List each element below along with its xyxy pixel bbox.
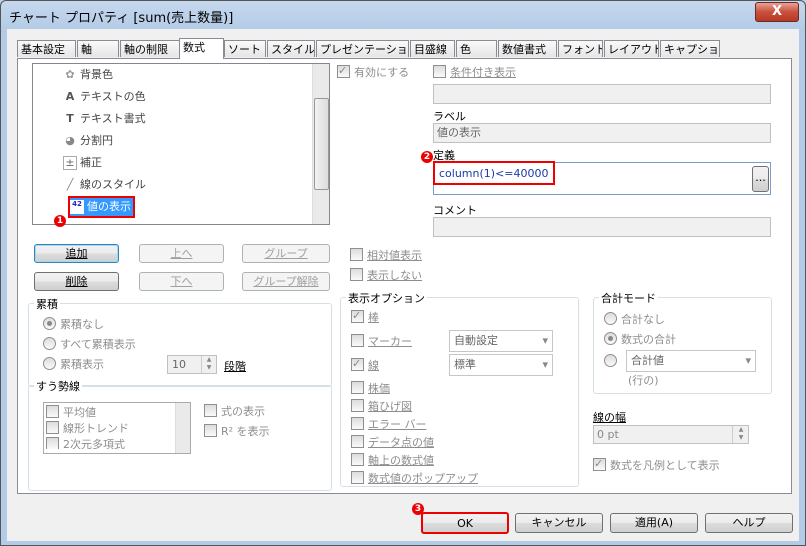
scroll-thumb[interactable] (314, 98, 329, 190)
attribute-tree[interactable]: ✿ 背景色 A テキストの色 T テキスト書式 ◕ 分割円 ± 補正 ╱ 線のスタイル 42… (32, 63, 330, 225)
list-item[interactable]: A テキストの色 (63, 88, 146, 106)
display-options-title: 表示オプション (346, 290, 427, 306)
line-width-input[interactable]: 0 pt (593, 425, 749, 444)
move-down-button[interactable]: 下へ (139, 272, 224, 291)
help-button[interactable]: ヘルプ (705, 513, 793, 533)
list-scrollbar[interactable] (312, 64, 329, 224)
radio-no-cumulation[interactable]: 累積なし (43, 317, 104, 332)
delete-button[interactable]: 削除 (34, 272, 119, 291)
cumulative-title: 累積 (34, 296, 60, 312)
relative-check[interactable]: 相対値表示 (350, 248, 422, 263)
conditional-check[interactable]: 条件付き表示 (433, 65, 516, 80)
definition-editor-button[interactable]: ... (752, 166, 769, 192)
row-label: (行の) (628, 374, 659, 387)
total-mode-group: 合計モード 合計なし 数式の合計 合計値 (行の) (593, 290, 772, 394)
text-format-icon: T (66, 112, 74, 125)
line-width-title: 線の幅 (593, 411, 626, 424)
text-color-icon: A (65, 90, 75, 103)
conditional-input[interactable] (433, 84, 771, 104)
list-item[interactable]: ± 補正 (63, 154, 102, 172)
formula-as-legend-check[interactable]: 数式を凡例として表示 (593, 456, 720, 473)
show-r2-check[interactable]: R² を表示 (204, 424, 270, 439)
list-item[interactable]: ◕ 分割円 (63, 132, 113, 150)
marker-check[interactable]: マーカー (351, 334, 412, 349)
bar-check[interactable]: 棒 (351, 308, 379, 325)
tab-presentation[interactable]: プレゼンテーション (316, 40, 409, 57)
value-display-icon: 42 (70, 200, 84, 214)
stock-check[interactable]: 株価 (351, 381, 390, 396)
tab-sort[interactable]: ソート (224, 40, 266, 57)
callout-marker-1: 1 (54, 215, 66, 227)
tab-caption[interactable]: キャプション (660, 40, 720, 57)
expressions-panel: ✿ 背景色 A テキストの色 T テキスト書式 ◕ 分割円 ± 補正 ╱ 線のスタイル 42… (17, 58, 792, 494)
values-on-points-check[interactable]: データ点の値 (351, 435, 434, 450)
steps-spinner[interactable]: ▲ ▼ (201, 356, 216, 373)
radio-expression-total[interactable]: 数式の合計 (604, 332, 676, 347)
tab-layout[interactable]: レイアウト (604, 40, 659, 57)
ungroup-button[interactable]: グループ解除 (242, 272, 330, 291)
display-options-group: 表示オプション 棒 マーカー 自動設定 線 標準 株価 箱ひげ図 エラー バー … (340, 290, 579, 487)
tab-number[interactable]: 数値書式 (498, 40, 557, 57)
apply-button[interactable]: 適用(A) (610, 513, 698, 533)
tab-style[interactable]: スタイル (267, 40, 315, 57)
move-up-button[interactable]: 上へ (139, 244, 224, 263)
cancel-button[interactable]: キャンセル (515, 513, 603, 533)
tab-expressions[interactable]: 数式 (179, 38, 224, 59)
pie-split-icon: ◕ (65, 134, 75, 147)
group-button[interactable]: グループ (242, 244, 330, 263)
marker-combo[interactable]: 自動設定 (449, 330, 553, 352)
radio-no-total[interactable]: 合計なし (604, 312, 665, 327)
values-on-axis-check[interactable]: 軸上の数式値 (351, 453, 434, 468)
close-button[interactable]: X (755, 2, 799, 22)
trendline-list[interactable]: 平均値 線形トレンド 2次元多項式 (43, 402, 191, 454)
steps-label: 段階 (224, 360, 246, 373)
list-item[interactable]: ✿ 背景色 (63, 66, 113, 84)
cumulative-group: 累積 累積なし すべて累積表示 累積表示 10 ▲ ▼ 段階 (28, 296, 332, 387)
trendline-title: すう勢線 (34, 378, 82, 394)
total-mode-title: 合計モード (599, 290, 658, 306)
boxplot-check[interactable]: 箱ひげ図 (351, 399, 412, 414)
tab-font[interactable]: フォント (558, 40, 603, 57)
line-check[interactable]: 線 (351, 356, 379, 373)
tab-gridlines[interactable]: 目盛線 (410, 40, 455, 57)
dialog-body: 基本設定 軸 軸の制限 数式 ソート スタイル プレゼンテーション 目盛線 色 … (7, 29, 799, 541)
chart-properties-window: チャート プロパティ [sum(売上数量)] X 基本設定 軸 軸の制限 数式 … (0, 0, 806, 546)
radio-total-function[interactable] (604, 354, 621, 369)
invisible-check[interactable]: 表示しない (350, 268, 422, 283)
trend-scrollbar[interactable] (175, 403, 190, 453)
tab-colors[interactable]: 色 (456, 40, 497, 57)
enable-check[interactable]: 有効にする (337, 63, 409, 80)
radio-full-cumulation[interactable]: すべて累積表示 (43, 337, 136, 352)
radio-cumulation-steps[interactable]: 累積表示 (43, 357, 104, 372)
definition-highlight (433, 161, 555, 185)
palette-icon: ✿ (65, 68, 75, 81)
callout-marker-2: 2 (421, 151, 433, 163)
comment-caption: コメント (433, 204, 477, 217)
line-style-icon: ╱ (66, 178, 74, 191)
label-input[interactable]: 値の表示 (433, 123, 771, 143)
line-width-spinner[interactable]: ▲ ▼ (732, 426, 749, 443)
list-item[interactable]: ╱ 線のスタイル (63, 176, 146, 194)
tab-general[interactable]: 基本設定 (17, 40, 76, 57)
comment-input[interactable] (433, 217, 771, 237)
trendline-group: すう勢線 平均値 線形トレンド 2次元多項式 式の表示 R² を表示 (28, 378, 332, 491)
ok-button[interactable]: OK (421, 512, 509, 534)
tab-axis[interactable]: 軸 (77, 40, 119, 57)
trend-poly2[interactable]: 2次元多項式 (46, 437, 125, 449)
line-combo[interactable]: 標準 (449, 354, 553, 376)
label-caption: ラベル (433, 110, 466, 123)
trend-linear[interactable]: 線形トレンド (46, 421, 129, 436)
correction-icon: ± (63, 156, 77, 170)
list-item[interactable]: T テキスト書式 (63, 110, 145, 128)
trend-average[interactable]: 平均値 (46, 405, 96, 420)
errorbar-check[interactable]: エラー バー (351, 417, 427, 432)
show-formula-check[interactable]: 式の表示 (204, 404, 265, 419)
tab-axis-limits[interactable]: 軸の制限 (120, 40, 180, 57)
popup-values-check[interactable]: 数式値のポップアップ (351, 471, 478, 486)
window-title: チャート プロパティ [sum(売上数量)] (9, 11, 234, 26)
list-item-selected[interactable]: 42 値の表示 (68, 196, 135, 218)
total-combo[interactable]: 合計値 (626, 350, 756, 372)
add-button[interactable]: 追加 (34, 244, 119, 263)
title-bar: チャート プロパティ [sum(売上数量)] X (1, 1, 805, 29)
